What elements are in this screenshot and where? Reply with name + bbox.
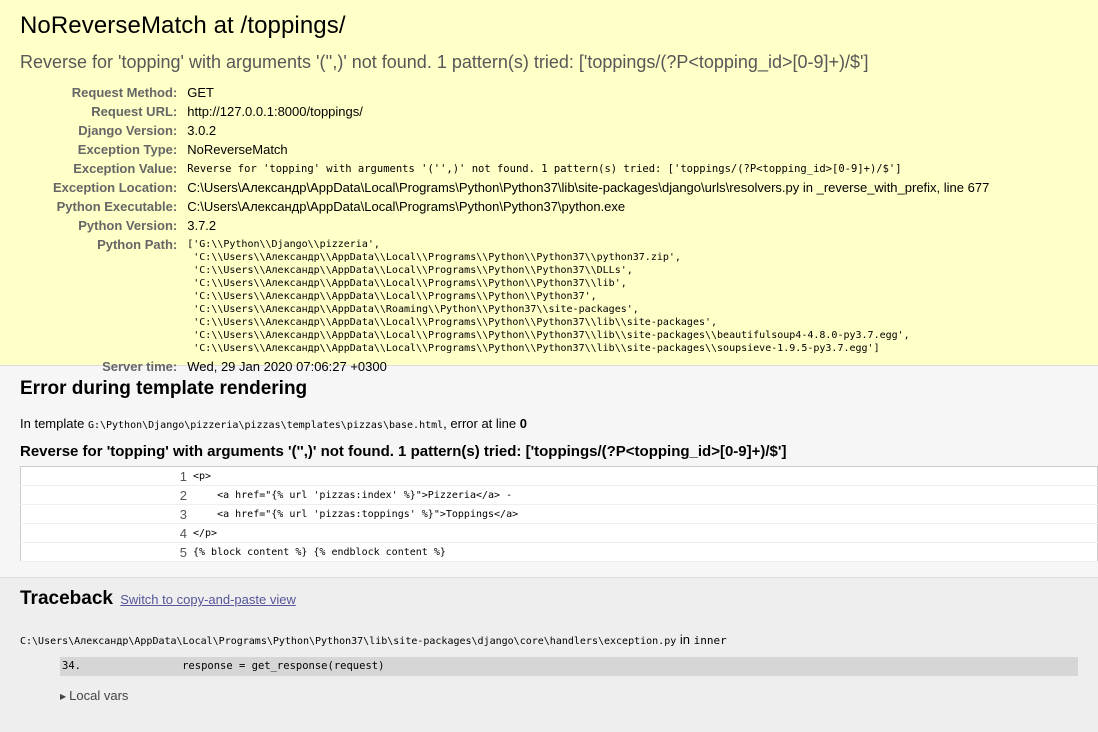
- source-gutter: [20, 485, 171, 505]
- meta-row: Exception Value: Reverse for 'topping' w…: [53, 159, 989, 178]
- meta-row: Python Path: ['G:\\Python\\Django\\pizze…: [53, 235, 989, 357]
- source-line: 4 </p>: [20, 523, 1098, 543]
- source-gutter: [20, 523, 171, 543]
- source-line-number: 3: [171, 504, 191, 524]
- source-line: 2 <a href="{% url 'pizzas:index' %}">Piz…: [20, 485, 1098, 505]
- frame-in-text: in: [676, 632, 694, 647]
- meta-row: Django Version: 3.0.2: [53, 121, 989, 140]
- triangle-right-icon: ▶: [60, 692, 67, 701]
- local-vars-label: Local vars: [69, 688, 129, 703]
- python-path-line: 'C:\\Users\\Александр\\AppData\\Local\\P…: [187, 265, 633, 276]
- traceback-heading: Traceback Switch to copy-and-paste view: [20, 588, 1078, 610]
- meta-label: Python Path:: [97, 237, 178, 252]
- source-gutter: [20, 542, 171, 562]
- source-line-code: <p>: [191, 466, 1098, 486]
- source-line-number: 4: [171, 523, 191, 543]
- meta-row: Python Version: 3.7.2: [53, 216, 989, 235]
- python-path-line: 'C:\\Users\\Александр\\AppData\\Local\\P…: [187, 343, 880, 354]
- python-path-line: 'C:\\Users\\Александр\\AppData\\Local\\P…: [187, 291, 597, 302]
- template-source-table: 1 <p> 2 <a href="{% url 'pizzas:index' %…: [20, 466, 1098, 562]
- meta-row: Request URL: http://127.0.0.1:8000/toppi…: [53, 102, 989, 121]
- traceback-title: Traceback: [20, 588, 113, 609]
- source-line-code: {% block content %} {% endblock content …: [191, 542, 1098, 562]
- source-line-code: </p>: [191, 523, 1098, 543]
- python-path-line: 'C:\\Users\\Александр\\AppData\\Local\\P…: [187, 278, 627, 289]
- meta-value: 3.0.2: [187, 123, 217, 138]
- local-vars-toggle[interactable]: ▶ Local vars: [60, 688, 1078, 703]
- meta-value: 3.7.2: [187, 218, 217, 233]
- template-error-heading: Error during template rendering: [20, 378, 308, 399]
- template-info-prefix: In template: [20, 416, 88, 431]
- meta-value: C:\Users\Александр\AppData\Local\Program…: [187, 180, 990, 195]
- source-line: 5 {% block content %} {% endblock conten…: [20, 542, 1098, 562]
- meta-label: Exception Type:: [77, 142, 178, 157]
- meta-row: Exception Location: C:\Users\Александр\A…: [53, 178, 989, 197]
- template-error-line: 0: [519, 416, 527, 431]
- meta-label: Exception Location:: [53, 180, 178, 195]
- traceback-section: Traceback Switch to copy-and-paste view …: [0, 578, 1098, 732]
- context-line-number: 34.: [62, 660, 81, 672]
- exception-summary: Reverse for 'topping' with arguments '('…: [20, 52, 869, 72]
- meta-label: Request Method:: [71, 85, 178, 100]
- source-gutter: [20, 466, 171, 486]
- meta-value: NoReverseMatch: [187, 142, 288, 157]
- source-line-number: 2: [171, 485, 191, 505]
- source-line-code: <a href="{% url 'pizzas:toppings' %}">To…: [191, 504, 1098, 524]
- meta-row: Exception Type: NoReverseMatch: [53, 140, 989, 159]
- python-path-line: 'C:\\Users\\Александр\\AppData\\Roaming\…: [187, 304, 639, 315]
- meta-value: C:\Users\Александр\AppData\Local\Program…: [187, 199, 626, 214]
- python-path-line: 'C:\\Users\\Александр\\AppData\\Local\\P…: [187, 330, 910, 341]
- meta-row: Request Method: GET: [53, 83, 989, 102]
- meta-label: Python Version:: [78, 218, 178, 233]
- template-path: G:\Python\Django\pizzeria\pizzas\templat…: [87, 420, 444, 431]
- meta-label: Python Executable:: [56, 199, 178, 214]
- template-info-mid: , error at line: [443, 416, 520, 431]
- template-info: In template G:\Python\Django\pizzeria\pi…: [20, 416, 1078, 431]
- python-path-line: 'C:\\Users\\Александр\\AppData\\Local\\P…: [187, 252, 681, 263]
- request-meta-table: Request Method: GET Request URL: http://…: [53, 83, 989, 376]
- meta-label: Exception Value:: [73, 161, 178, 176]
- meta-value: http://127.0.0.1:8000/toppings/: [187, 104, 363, 119]
- meta-label: Django Version:: [78, 123, 178, 138]
- exception-value: Reverse for 'topping' with arguments '('…: [187, 163, 902, 175]
- switch-copy-paste-link[interactable]: Switch to copy-and-paste view: [120, 592, 296, 607]
- template-error-section: Error during template rendering In templ…: [0, 366, 1098, 578]
- source-line: 1 <p>: [20, 466, 1098, 486]
- frame-context-line[interactable]: 34. response = get_response(request): [60, 657, 1078, 676]
- python-path-line: 'C:\\Users\\Александр\\AppData\\Local\\P…: [187, 317, 718, 328]
- page-title: NoReverseMatch at /toppings/: [20, 12, 346, 39]
- meta-label: Request URL:: [91, 104, 178, 119]
- meta-row: Python Executable: C:\Users\Александр\Ap…: [53, 197, 989, 216]
- meta-value: GET: [187, 85, 214, 100]
- frame-function: inner: [693, 634, 727, 647]
- python-path-line: ['G:\\Python\\Django\\pizzeria',: [187, 239, 380, 250]
- python-path-value: ['G:\\Python\\Django\\pizzeria', 'C:\\Us…: [187, 235, 989, 357]
- template-error-message: Reverse for 'topping' with arguments '('…: [20, 443, 787, 460]
- context-line-code: response = get_response(request): [80, 660, 385, 672]
- source-line-number: 1: [171, 466, 191, 486]
- source-gutter: [20, 504, 171, 524]
- source-line: 3 <a href="{% url 'pizzas:toppings' %}">…: [20, 504, 1098, 524]
- source-line-number: 5: [171, 542, 191, 562]
- source-line-code: <a href="{% url 'pizzas:index' %}">Pizze…: [191, 485, 1098, 505]
- summary-section: NoReverseMatch at /toppings/ Reverse for…: [0, 0, 1098, 374]
- frame-header: C:\Users\Александр\AppData\Local\Program…: [20, 632, 1078, 647]
- frame-filename: C:\Users\Александр\AppData\Local\Program…: [20, 636, 677, 647]
